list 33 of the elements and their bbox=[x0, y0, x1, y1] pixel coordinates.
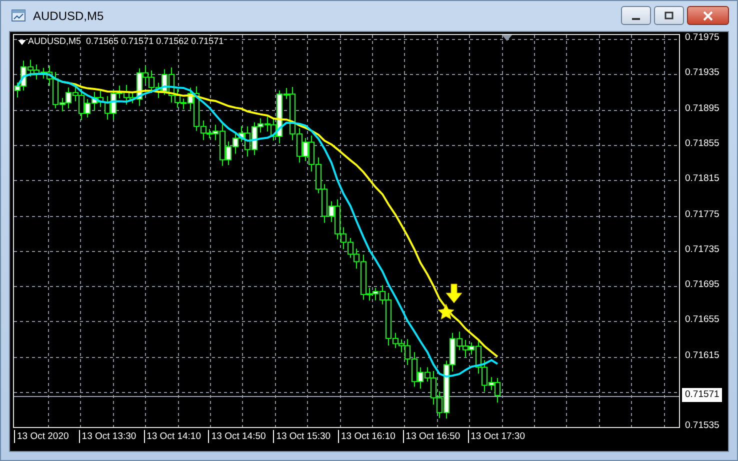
time-label: 13 Oct 17:30 bbox=[468, 430, 532, 443]
maximize-icon bbox=[663, 10, 675, 20]
close-button[interactable] bbox=[687, 6, 729, 25]
price-label: 0.71615 bbox=[685, 348, 720, 363]
price-label: 0.71535 bbox=[685, 419, 720, 434]
time-label: 13 Oct 16:10 bbox=[338, 430, 403, 443]
price-label: 0.71935 bbox=[685, 66, 720, 80]
price-label: 0.71735 bbox=[685, 242, 720, 257]
minimize-button[interactable] bbox=[621, 6, 651, 25]
triangle-icon bbox=[18, 40, 26, 46]
chart-shift-icon[interactable] bbox=[502, 35, 512, 41]
price-label: 0.71855 bbox=[685, 136, 720, 151]
chart-window-icon bbox=[11, 8, 27, 24]
price-label: 0.71975 bbox=[685, 31, 720, 45]
price-label: 0.71655 bbox=[685, 313, 720, 328]
window-title: AUDUSD,M5 bbox=[33, 9, 104, 23]
current-price-label: 0.71571 bbox=[682, 388, 722, 402]
price-label: 0.71695 bbox=[685, 278, 720, 292]
price-label: 0.71815 bbox=[685, 172, 720, 186]
star-icon bbox=[438, 304, 454, 320]
close-icon bbox=[702, 10, 714, 20]
symbol-info: AUDUSD,M5 0.71565 0.71571 0.71562 0.71571 bbox=[28, 36, 224, 46]
time-label: 13 Oct 16:50 bbox=[402, 430, 468, 443]
minimize-icon bbox=[632, 18, 640, 20]
price-label: 0.71895 bbox=[685, 102, 720, 116]
price-label: 0.71775 bbox=[685, 208, 720, 222]
time-label: 13 Oct 15:30 bbox=[273, 430, 338, 443]
maximize-button[interactable] bbox=[654, 6, 684, 25]
time-label: 13 Oct 14:50 bbox=[208, 430, 274, 443]
time-label: 13 Oct 13:30 bbox=[78, 430, 144, 443]
time-label: 13 Oct 14:10 bbox=[144, 430, 208, 443]
time-label: 13 Oct 2020 bbox=[14, 430, 79, 443]
down-arrow-icon bbox=[446, 284, 462, 304]
